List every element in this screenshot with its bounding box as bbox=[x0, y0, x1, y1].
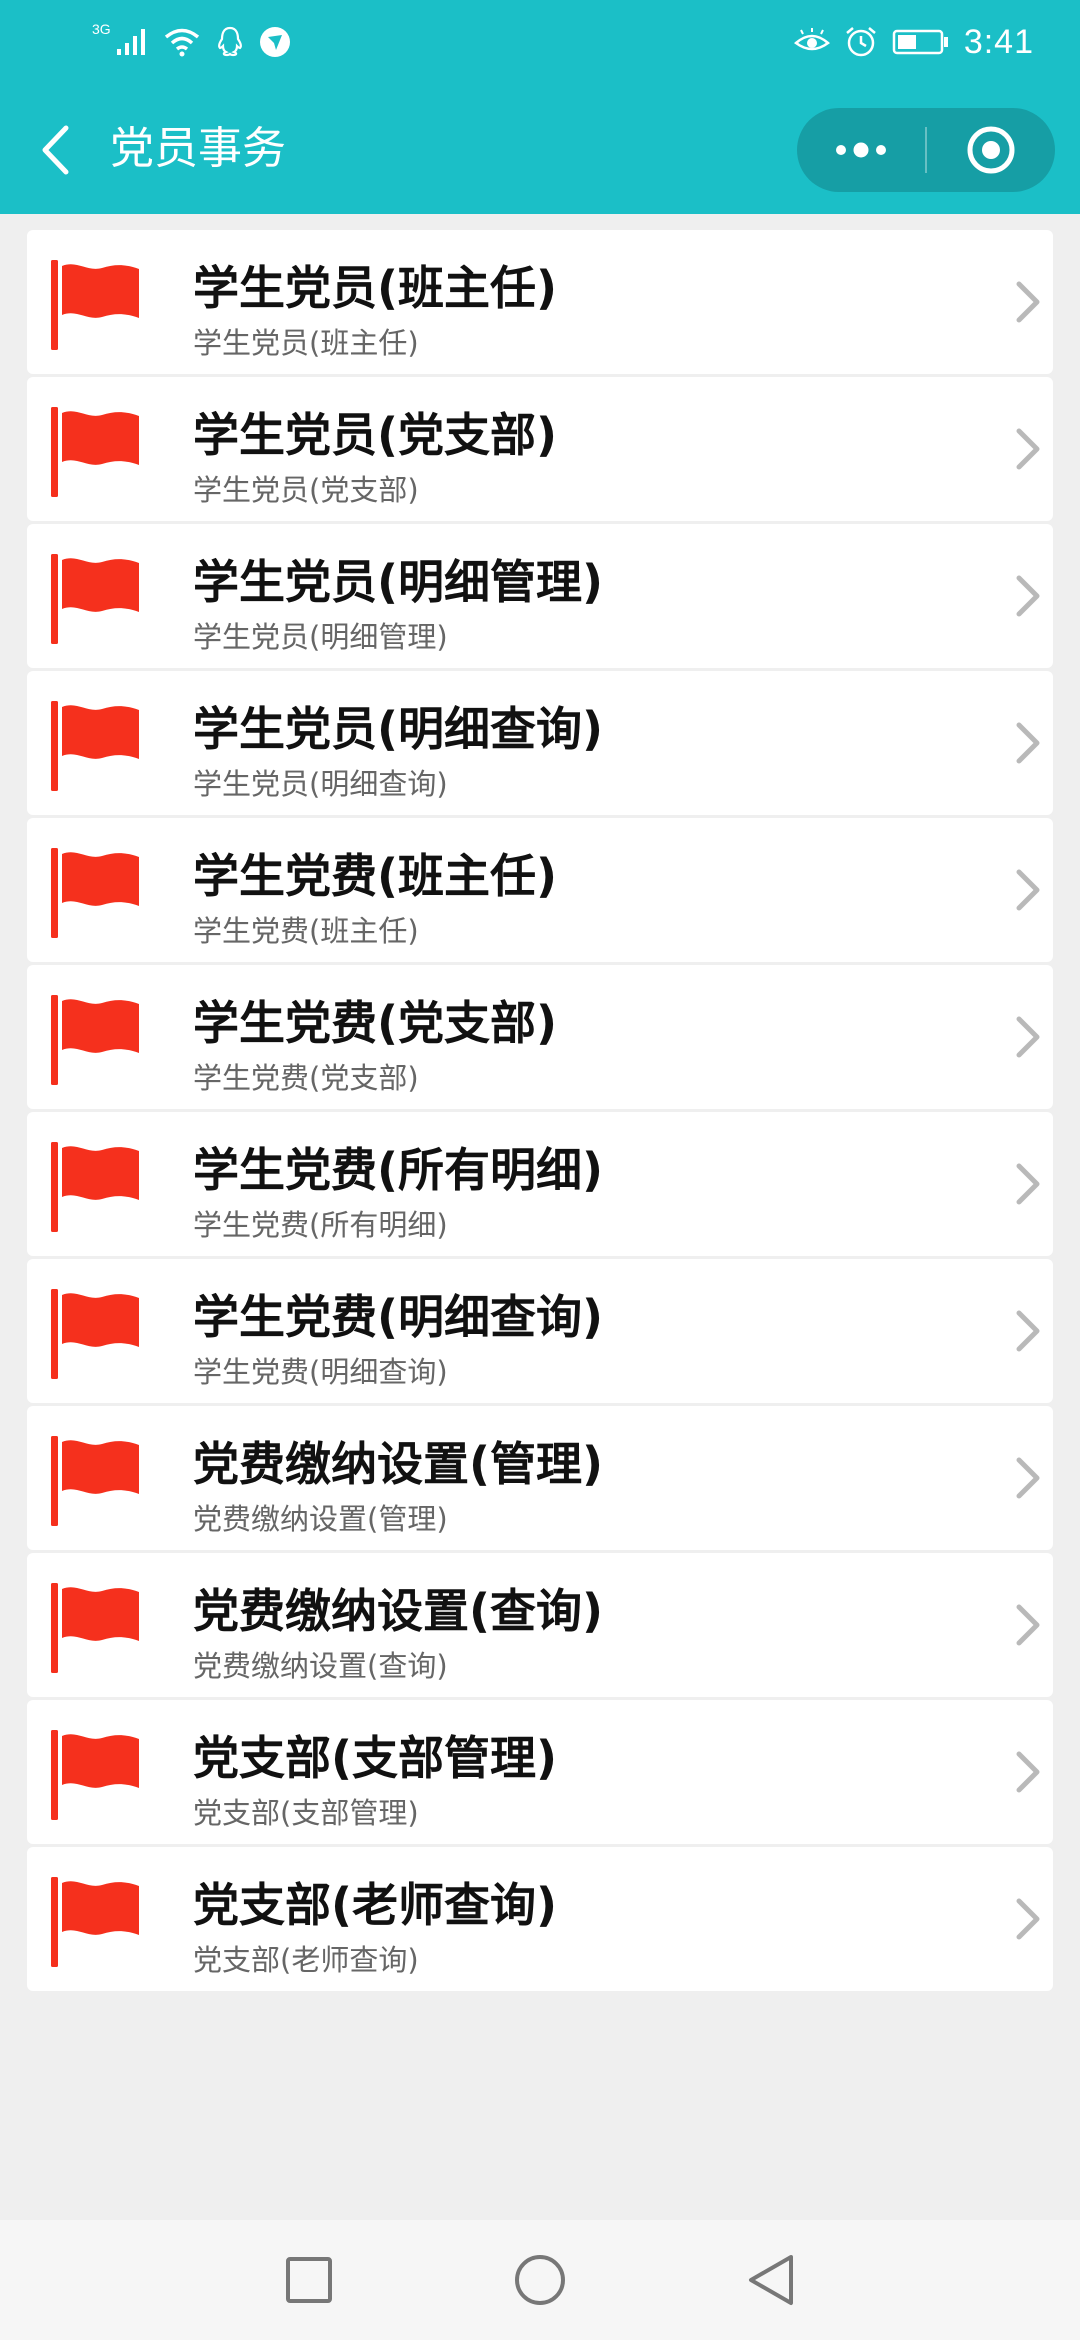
eye-icon bbox=[793, 28, 830, 51]
item-title: 党支部(支部管理) bbox=[193, 1731, 558, 1785]
more-menu-button[interactable] bbox=[797, 108, 925, 192]
item-subtitle: 学生党费(党支部) bbox=[193, 1061, 419, 1095]
item-subtitle: 学生党员(班主任) bbox=[193, 326, 419, 360]
item-title: 学生党费(党支部) bbox=[193, 996, 558, 1050]
red-flag-icon bbox=[51, 1730, 139, 1820]
chevron-right-icon bbox=[1016, 869, 1040, 911]
red-flag-icon bbox=[51, 1289, 139, 1379]
item-title: 党支部(老师查询) bbox=[193, 1878, 558, 1932]
signal-icon bbox=[116, 29, 145, 55]
more-dots-icon bbox=[836, 142, 886, 158]
target-close-icon bbox=[967, 126, 1015, 174]
item-subtitle: 党支部(支部管理) bbox=[193, 1796, 419, 1830]
item-title: 学生党员(班主任) bbox=[193, 261, 558, 315]
chevron-right-icon bbox=[1016, 281, 1040, 323]
red-flag-icon bbox=[51, 701, 139, 791]
red-flag-icon bbox=[51, 1877, 139, 1967]
chevron-right-icon bbox=[1016, 1016, 1040, 1058]
menu-list: 学生党员(班主任) 学生党员(班主任) 学生党员(党支部) 学生党员(党支部) 学生党员… bbox=[27, 230, 1053, 1994]
list-item[interactable]: 学生党费(明细查询) 学生党费(明细查询) bbox=[27, 1259, 1053, 1403]
item-subtitle: 党费缴纳设置(管理) bbox=[193, 1502, 448, 1536]
list-item[interactable]: 党支部(老师查询) 党支部(老师查询) bbox=[27, 1847, 1053, 1991]
back-button[interactable] bbox=[30, 122, 80, 178]
alarm-icon bbox=[846, 27, 876, 57]
item-subtitle: 党费缴纳设置(查询) bbox=[193, 1649, 448, 1683]
item-title: 学生党员(明细查询) bbox=[193, 702, 604, 756]
wifi-icon bbox=[164, 28, 199, 57]
item-subtitle: 学生党费(明细查询) bbox=[193, 1355, 448, 1389]
red-flag-icon bbox=[51, 1583, 139, 1673]
item-title: 党费缴纳设置(管理) bbox=[193, 1437, 604, 1491]
list-item[interactable]: 党支部(支部管理) 党支部(支部管理) bbox=[27, 1700, 1053, 1844]
page-title: 党员事务 bbox=[110, 123, 286, 174]
chevron-right-icon bbox=[1016, 1898, 1040, 1940]
battery-icon bbox=[892, 29, 948, 55]
chevron-right-icon bbox=[1016, 1604, 1040, 1646]
chevron-right-icon bbox=[1016, 1163, 1040, 1205]
app-screen: 3G 3:41 党员事务 学生党员(班主任) 学生党员(班主任) 学生党员(党支… bbox=[0, 0, 1080, 2340]
home-icon bbox=[515, 2255, 565, 2305]
qq-icon bbox=[217, 26, 242, 57]
nav-bar: 党员事务 bbox=[0, 84, 1080, 214]
item-subtitle: 学生党员(明细查询) bbox=[193, 767, 448, 801]
list-item[interactable]: 学生党费(党支部) 学生党费(党支部) bbox=[27, 965, 1053, 1109]
network-type-label: 3G bbox=[92, 21, 111, 37]
item-title: 党费缴纳设置(查询) bbox=[193, 1584, 604, 1638]
red-flag-icon bbox=[51, 1436, 139, 1526]
list-item[interactable]: 学生党费(班主任) 学生党费(班主任) bbox=[27, 818, 1053, 962]
item-title: 学生党员(党支部) bbox=[193, 408, 558, 462]
chevron-right-icon bbox=[1016, 722, 1040, 764]
red-flag-icon bbox=[51, 260, 139, 350]
status-bar: 3G 3:41 bbox=[0, 0, 1080, 84]
item-title: 学生党费(明细查询) bbox=[193, 1290, 604, 1344]
red-flag-icon bbox=[51, 848, 139, 938]
chevron-right-icon bbox=[1016, 428, 1040, 470]
item-title: 学生党费(班主任) bbox=[193, 849, 558, 903]
item-title: 学生党费(所有明细) bbox=[193, 1143, 604, 1197]
home-button[interactable] bbox=[510, 2250, 570, 2310]
back-nav-button[interactable] bbox=[741, 2250, 801, 2310]
list-item[interactable]: 学生党员(党支部) 学生党员(党支部) bbox=[27, 377, 1053, 521]
status-right-group: 3:41 bbox=[793, 20, 1034, 64]
list-item[interactable]: 党费缴纳设置(管理) 党费缴纳设置(管理) bbox=[27, 1406, 1053, 1550]
list-item[interactable]: 学生党费(所有明细) 学生党费(所有明细) bbox=[27, 1112, 1053, 1256]
close-mini-program-button[interactable] bbox=[927, 108, 1055, 192]
item-subtitle: 学生党员(党支部) bbox=[193, 473, 419, 507]
list-item[interactable]: 学生党员(明细管理) 学生党员(明细管理) bbox=[27, 524, 1053, 668]
red-flag-icon bbox=[51, 1142, 139, 1232]
status-time: 3:41 bbox=[963, 22, 1034, 61]
item-title: 学生党员(明细管理) bbox=[193, 555, 604, 609]
red-flag-icon bbox=[51, 554, 139, 644]
status-left-group: 3G bbox=[92, 20, 291, 64]
back-triangle-icon bbox=[749, 2255, 793, 2305]
chevron-right-icon bbox=[1016, 1751, 1040, 1793]
list-item[interactable]: 党费缴纳设置(查询) 党费缴纳设置(查询) bbox=[27, 1553, 1053, 1697]
chevron-left-icon bbox=[42, 125, 69, 175]
red-flag-icon bbox=[51, 995, 139, 1085]
app-notification-icon bbox=[259, 27, 290, 57]
system-nav-bar bbox=[0, 2220, 1080, 2340]
chevron-right-icon bbox=[1016, 575, 1040, 617]
item-subtitle: 学生党费(班主任) bbox=[193, 914, 419, 948]
item-subtitle: 党支部(老师查询) bbox=[193, 1943, 419, 1977]
red-flag-icon bbox=[51, 407, 139, 497]
recent-apps-icon bbox=[286, 2257, 332, 2303]
item-subtitle: 学生党员(明细管理) bbox=[193, 620, 448, 654]
chevron-right-icon bbox=[1016, 1310, 1040, 1352]
list-item[interactable]: 学生党员(明细查询) 学生党员(明细查询) bbox=[27, 671, 1053, 815]
mini-program-capsule bbox=[797, 108, 1055, 192]
recent-apps-button[interactable] bbox=[279, 2250, 339, 2310]
list-item[interactable]: 学生党员(班主任) 学生党员(班主任) bbox=[27, 230, 1053, 374]
item-subtitle: 学生党费(所有明细) bbox=[193, 1208, 448, 1242]
chevron-right-icon bbox=[1016, 1457, 1040, 1499]
